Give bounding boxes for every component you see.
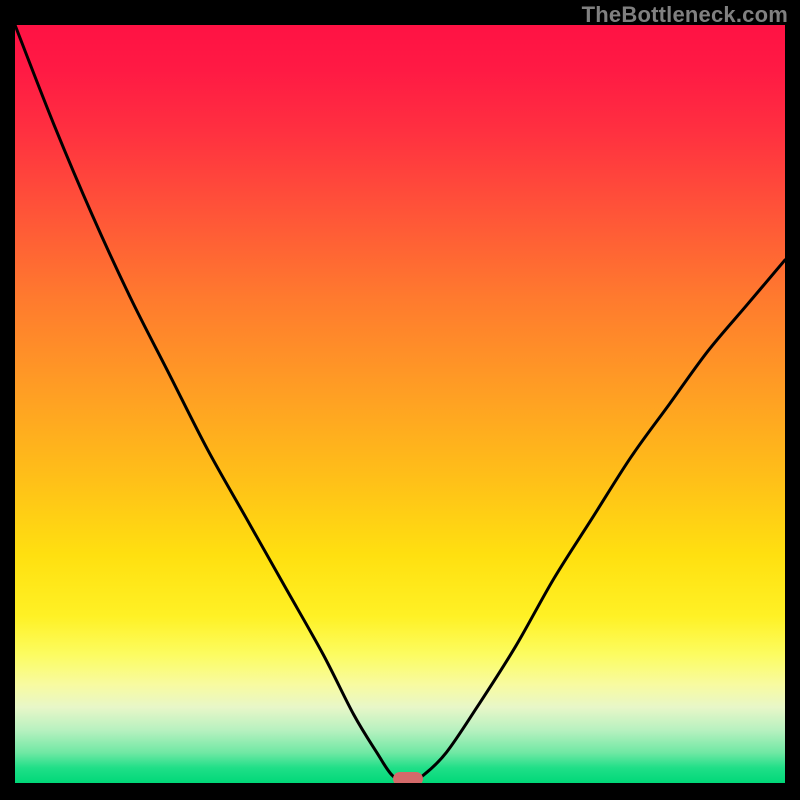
plot-area [15, 25, 785, 783]
bottleneck-curve-path [15, 25, 785, 783]
bottleneck-curve-svg [15, 25, 785, 783]
watermark-label: TheBottleneck.com [582, 2, 788, 28]
optimal-point-marker [393, 772, 423, 783]
chart-frame: TheBottleneck.com [0, 0, 800, 800]
